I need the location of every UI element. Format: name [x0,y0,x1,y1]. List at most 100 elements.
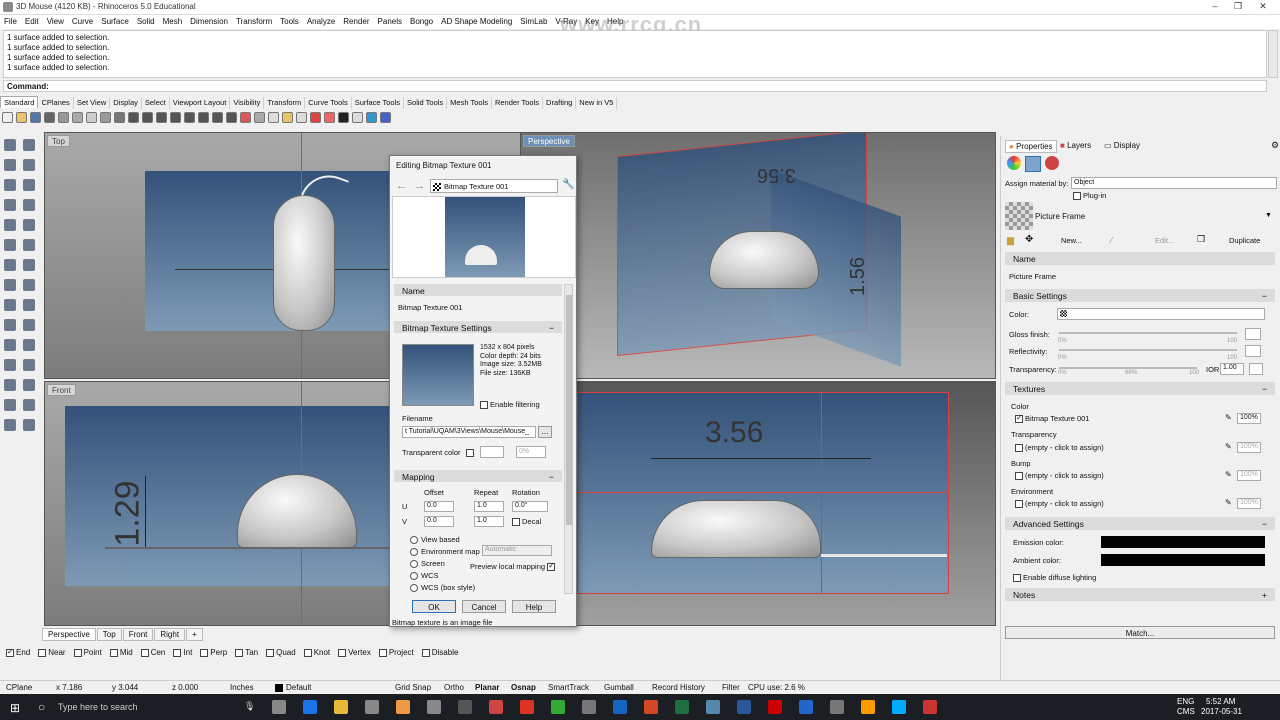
acrobat-icon[interactable] [520,700,534,714]
menu-view[interactable]: View [43,15,68,26]
assign-material-select[interactable]: Object [1071,177,1277,189]
tab-properties[interactable]: ● Properties [1005,140,1057,153]
tray-date[interactable]: 2017-05-31 [1201,707,1242,716]
viewport-tab-right[interactable]: Right [154,628,186,641]
copy-icon[interactable]: ❐ [1197,234,1205,245]
menu-edit[interactable]: Edit [21,15,43,26]
object-props-icon[interactable] [1007,156,1021,170]
show-icon[interactable] [268,112,279,123]
microphone-icon[interactable]: 🎙 [244,701,255,712]
menu-curve[interactable]: Curve [68,15,97,26]
maximize-icon[interactable]: ❐ [1229,1,1247,13]
basic-settings-header[interactable]: Basic Settings − [1005,289,1275,302]
u-offset-field[interactable]: 0.0 [424,501,454,512]
osnap-cen[interactable]: Cen [140,648,165,657]
viewport-tab-perspective[interactable]: Perspective [42,628,96,641]
status-smarttrack[interactable]: SmartTrack [548,683,589,692]
radio-button[interactable] [410,536,418,545]
array-tool-icon[interactable] [4,339,16,351]
dialog-scroll-thumb[interactable] [566,295,572,525]
menu-surface[interactable]: Surface [97,15,133,26]
v-offset-field[interactable]: 0.0 [424,516,454,527]
polygon-tool-icon[interactable] [23,199,35,211]
import-icon[interactable] [58,112,69,123]
osnap-quad[interactable]: Quad [266,648,296,657]
texture-nav-field[interactable]: Bitmap Texture 001 [430,179,558,193]
render-icon[interactable] [310,112,321,123]
green-app-icon[interactable] [551,700,565,714]
viewport-perspective[interactable]: Perspective 3.56 1.56 [520,132,996,379]
tx-color-checkbox[interactable] [1015,413,1023,424]
cancel-button[interactable]: Cancel [462,600,506,613]
osnap-near-checkbox[interactable] [38,648,47,657]
surface-tool-icon[interactable] [4,259,16,271]
close-icon[interactable]: ✕ [1254,1,1272,13]
gloss-slider[interactable] [1059,332,1237,334]
command-line[interactable]: Command: [3,80,1267,92]
shade-icon[interactable] [366,112,377,123]
enable-filtering-checkbox[interactable] [480,401,488,410]
osnap-end[interactable]: End [6,647,30,657]
grid-icon[interactable] [226,112,237,123]
forward-arrow-icon[interactable]: → [414,180,425,192]
radio-button[interactable] [410,560,418,569]
skype-icon[interactable] [892,700,906,714]
decal-checkbox[interactable] [512,518,520,527]
notes-header[interactable]: Notes + [1005,588,1275,601]
zoom-all-icon[interactable] [212,112,223,123]
revolve-tool-icon[interactable] [23,259,35,271]
point-tool-icon[interactable] [23,139,35,151]
tx-env-row[interactable]: (empty - click to assign) [1015,499,1104,509]
color-swatch[interactable] [1057,308,1265,320]
textures-header[interactable]: Textures − [1005,382,1275,395]
text-tool-icon[interactable] [23,359,35,371]
bitmap-settings-header[interactable]: Bitmap Texture Settings − [394,321,562,333]
osnap-knot[interactable]: Knot [303,648,330,657]
sphere-tool-icon[interactable] [23,279,35,291]
tx-transp-row[interactable]: (empty - click to assign) [1015,443,1104,453]
filename-field[interactable]: t Tutorial\UQAM\3Views\Mouse\Mouse_ [402,426,536,438]
file-explorer-icon[interactable] [334,700,348,714]
render-props-icon[interactable] [1045,156,1059,170]
radio-wcs[interactable]: WCS [410,570,480,582]
material-name[interactable]: Picture Frame [1035,212,1085,221]
v-repeat-field[interactable]: 1.0 [474,516,504,527]
powerpoint-icon[interactable] [644,700,658,714]
print-icon[interactable] [44,112,55,123]
mapping-section-header[interactable]: Mapping − [394,470,562,482]
menu-simlab[interactable]: SimLab [516,15,551,26]
light-icon[interactable] [296,112,307,123]
history-scrollbar[interactable] [1268,30,1278,78]
menu-file[interactable]: File [0,15,21,26]
back-arrow-icon[interactable]: ← [396,180,407,192]
diffuse-checkbox[interactable] [1013,574,1021,583]
panel-name-header[interactable]: Name [1005,252,1275,265]
tx-env-checkbox[interactable] [1015,500,1023,509]
status-planar[interactable]: Planar [475,683,499,692]
osnap-mid-checkbox[interactable] [109,648,118,657]
transparency-slider[interactable] [1059,367,1197,369]
open-icon[interactable] [16,112,27,123]
transparent-color-checkbox[interactable] [466,448,474,457]
tray-ime[interactable]: CMS [1177,707,1195,716]
tab-layers[interactable]: ■ Layers [1057,140,1094,151]
edit-button[interactable]: Edit... [1155,236,1174,245]
duplicate-button[interactable]: Duplicate [1229,236,1260,245]
collapse-icon[interactable]: − [1262,519,1267,529]
ambient-swatch[interactable] [1101,554,1265,566]
tx-bump-checkbox[interactable] [1015,472,1023,481]
calculator-icon[interactable] [427,700,441,714]
save-icon[interactable] [30,112,41,123]
excel-icon[interactable] [675,700,689,714]
emission-swatch[interactable] [1101,536,1265,548]
new-button[interactable]: New... [1061,236,1082,245]
tx-color-row[interactable]: Bitmap Texture 001 [1015,413,1089,424]
osnap-perp-checkbox[interactable] [200,648,209,657]
radio-button[interactable] [410,584,418,593]
tx-env-pct[interactable]: 100% [1237,498,1261,509]
rhino-icon[interactable] [458,700,472,714]
wrench-icon[interactable]: 🔧 [562,179,574,190]
advanced-settings-header[interactable]: Advanced Settings − [1005,517,1275,530]
menu-solid[interactable]: Solid [133,15,159,26]
osnap-quad-checkbox[interactable] [266,648,275,657]
